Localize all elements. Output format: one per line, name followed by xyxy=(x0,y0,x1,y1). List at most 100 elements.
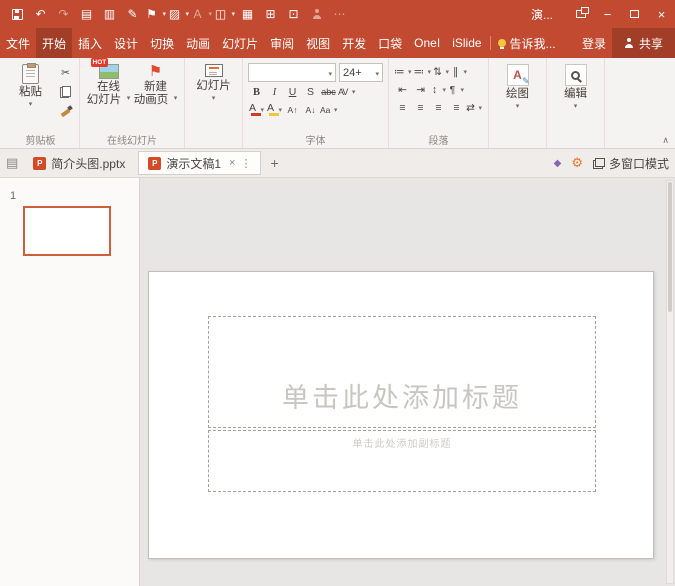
shrink-font-button[interactable]: A↓ xyxy=(302,102,319,118)
format-painter-button[interactable] xyxy=(57,103,74,119)
tell-me-button[interactable]: 告诉我... xyxy=(493,28,561,58)
save-icon[interactable] xyxy=(6,0,29,28)
numbering-button[interactable]: ≕ xyxy=(414,64,433,80)
monitor-icon[interactable]: ⊡ xyxy=(282,0,305,28)
font-size-caret-icon xyxy=(375,67,379,79)
login-button[interactable]: 登录 xyxy=(576,28,612,58)
new-file-icon[interactable]: ▤ xyxy=(6,155,18,171)
align-center-button[interactable]: ≡ xyxy=(412,100,429,116)
character-spacing-button[interactable]: AV xyxy=(338,84,355,100)
redo-icon[interactable]: ↷ xyxy=(52,0,75,28)
flag-icon[interactable]: ⚑ xyxy=(144,0,167,28)
line-spacing-button[interactable]: ⇅ xyxy=(433,64,450,80)
grid-icon[interactable]: ▦ xyxy=(236,0,259,28)
align-right-button[interactable]: ≡ xyxy=(430,100,447,116)
plugin-icon[interactable]: ◆ xyxy=(554,158,562,169)
text-shadow-button[interactable]: S xyxy=(302,84,319,100)
tab-islide[interactable]: iSlide xyxy=(446,28,487,58)
text-direction-button[interactable]: ↕ xyxy=(430,82,447,98)
new-slide-button[interactable]: 幻灯片 xyxy=(190,62,237,133)
italic-button[interactable]: I xyxy=(266,84,283,100)
person-icon[interactable] xyxy=(305,0,328,28)
pen-icon[interactable]: ✎ xyxy=(121,0,144,28)
new-doc-icon[interactable]: ▤ xyxy=(75,0,98,28)
open-doc-icon[interactable]: ▥ xyxy=(98,0,121,28)
paste-button[interactable]: 粘贴 xyxy=(7,62,54,133)
drawing-button[interactable]: A 绘图 xyxy=(494,62,541,133)
tab-onei[interactable]: OneI xyxy=(408,28,446,58)
doc-tab-current-label: 演示文稿1 xyxy=(166,155,221,172)
paragraph-group-label: 段落 xyxy=(389,132,488,147)
slide-thumbnail[interactable] xyxy=(23,206,111,256)
collapse-ribbon-button[interactable]: ∧ xyxy=(662,135,669,146)
bullets-button[interactable]: ≔ xyxy=(394,64,413,80)
minimize-button[interactable]: − xyxy=(594,0,621,28)
multi-window-icon xyxy=(593,158,605,169)
settings-gear-icon[interactable]: ⚙ xyxy=(571,155,583,171)
justify-button[interactable]: ≡ xyxy=(448,100,465,116)
font-color-button[interactable]: A xyxy=(248,102,265,118)
tab-slideshow[interactable]: 幻灯片 xyxy=(216,28,264,58)
cut-button[interactable]: ✂ xyxy=(57,65,74,81)
tab-home[interactable]: 开始 xyxy=(36,28,72,58)
animation-flag-icon: ⚑ xyxy=(149,64,162,80)
multi-window-button[interactable]: 多窗口模式 xyxy=(593,155,669,172)
convert-smartart-button[interactable]: ⇄ xyxy=(466,100,483,116)
new-slide-caret-icon xyxy=(212,94,216,101)
bold-button[interactable]: B xyxy=(248,84,265,100)
align-left-button[interactable]: ≡ xyxy=(394,100,411,116)
share-person-icon xyxy=(624,38,634,48)
increase-indent-button[interactable]: ⇥ xyxy=(412,82,429,98)
tab-insert[interactable]: 插入 xyxy=(72,28,108,58)
grow-font-button[interactable]: A↑ xyxy=(284,102,301,118)
change-case-button[interactable]: Aa xyxy=(320,102,338,118)
tab-transitions[interactable]: 切换 xyxy=(144,28,180,58)
highlight-color-button[interactable]: A xyxy=(266,102,283,118)
tab-menu-icon[interactable]: ⋮ xyxy=(240,157,251,170)
font-color-icon[interactable]: A xyxy=(190,0,213,28)
share-button[interactable]: 共享 xyxy=(612,28,675,58)
tab-review[interactable]: 审阅 xyxy=(264,28,300,58)
paragraph-row-3: ≡ ≡ ≡ ≡ ⇄ xyxy=(394,100,483,116)
subtitle-placeholder[interactable]: 单击此处添加副标题 xyxy=(208,430,596,492)
font-size-select[interactable]: 24+ xyxy=(339,63,383,82)
online-slides-label-line2: 幻灯片 xyxy=(87,94,131,106)
new-tab-button[interactable]: + xyxy=(265,155,283,171)
popout-icon xyxy=(576,10,586,18)
font-group: 24+ B I U S abc AV A A A↑ A↓ Aa 字体 xyxy=(243,58,389,148)
align-text-button[interactable]: ¶ xyxy=(448,82,465,98)
close-tab-icon[interactable]: × xyxy=(229,157,235,169)
hot-badge: HOT xyxy=(91,58,109,67)
undo-icon[interactable]: ↶ xyxy=(29,0,52,28)
popout-button[interactable] xyxy=(567,0,594,28)
scrollbar-thumb[interactable] xyxy=(668,182,672,312)
tab-animations[interactable]: 动画 xyxy=(180,28,216,58)
grid-add-icon[interactable]: ⊞ xyxy=(259,0,282,28)
title-placeholder[interactable]: 单击此处添加标题 xyxy=(208,316,596,428)
copy-button[interactable] xyxy=(57,84,74,100)
underline-button[interactable]: U xyxy=(284,84,301,100)
online-slides-button[interactable]: HOT 在线 幻灯片 xyxy=(85,62,132,133)
ppt-file-icon: P xyxy=(148,157,161,170)
fill-color-icon[interactable]: ▨ xyxy=(167,0,190,28)
slide-canvas[interactable]: 单击此处添加标题 单击此处添加副标题 xyxy=(148,271,654,559)
new-animation-page-button[interactable]: ⚑ 新建 动画页 xyxy=(132,62,179,133)
font-name-select[interactable] xyxy=(248,63,336,82)
more-icon[interactable]: ⋯ xyxy=(328,0,351,28)
package-icon[interactable]: ◫ xyxy=(213,0,236,28)
decrease-indent-button[interactable]: ⇤ xyxy=(394,82,411,98)
ribbon: 粘贴 ✂ 剪贴板 HOT 在线 幻灯片 ⚑ 新建 动画页 在线幻灯片 xyxy=(0,58,675,149)
tab-design[interactable]: 设计 xyxy=(108,28,144,58)
tab-pocket[interactable]: 口袋 xyxy=(372,28,408,58)
tab-developer[interactable]: 开发 xyxy=(336,28,372,58)
vertical-scrollbar[interactable] xyxy=(666,180,674,584)
tab-file[interactable]: 文件 xyxy=(0,28,36,58)
close-button[interactable]: × xyxy=(648,0,675,28)
editing-button[interactable]: 编辑 xyxy=(552,62,599,133)
maximize-button[interactable] xyxy=(621,0,648,28)
doc-tab-intro[interactable]: P 简介头图.pptx xyxy=(24,151,134,175)
columns-button[interactable]: ∥ xyxy=(451,64,468,80)
tab-view[interactable]: 视图 xyxy=(300,28,336,58)
strikethrough-button[interactable]: abc xyxy=(320,84,337,100)
doc-tab-current[interactable]: P 演示文稿1 × ⋮ xyxy=(138,151,261,175)
